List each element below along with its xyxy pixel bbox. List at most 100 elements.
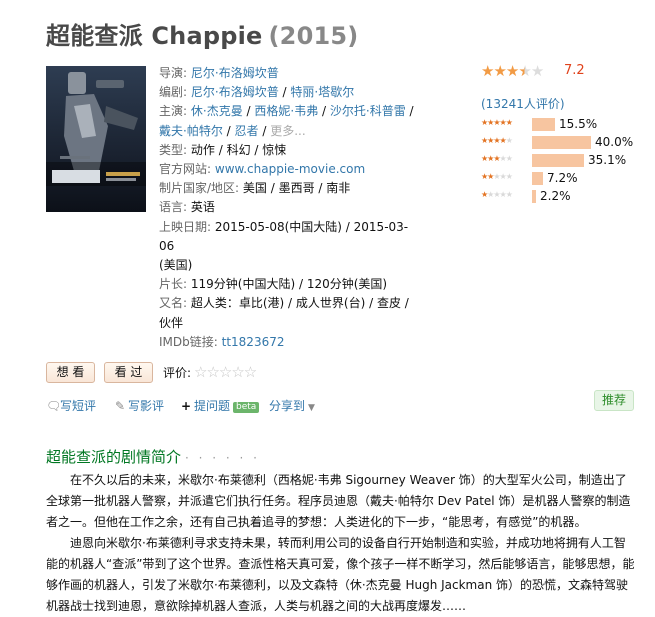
rating-row-4-star: ★★★★★ 40.0%: [481, 135, 641, 149]
star-icon: ★: [481, 62, 494, 80]
runtime-value: 119分钟(中国大陆) / 120分钟(美国): [190, 277, 388, 292]
cast-link-3[interactable]: 沙尔托·科普雷: [330, 104, 406, 118]
rating-row-percent: 40.0%: [595, 135, 634, 149]
rating-row-2-star: ★★★★★ 7.2%: [481, 171, 641, 185]
country-value: 美国 / 墨西哥 / 南非: [242, 181, 351, 196]
summary-paragraph-2: 迪恩向米歇尔·布莱德利寻求支持未果，转而利用公司的设备自行开始制造和实验，并成功…: [46, 536, 635, 613]
info-language: 语言: 英语: [159, 198, 421, 217]
imdb-label: IMDb链接:: [159, 334, 218, 349]
rating-votes-link[interactable]: (13241人评价): [481, 95, 565, 112]
ask-question-label: 提问题: [194, 399, 231, 413]
write-short-review-link[interactable]: 🗨︎写短评: [46, 397, 96, 414]
rating-stars: ★★★★★: [481, 62, 544, 80]
rating-row-stars-icon: ★★★★★: [481, 172, 513, 181]
language-label: 语言:: [159, 200, 188, 215]
empty-star-icon: ★: [530, 62, 544, 80]
writer-link-1[interactable]: 尼尔·布洛姆坎普: [191, 85, 279, 99]
info-cast: 主演: 休·杰克曼 / 西格妮·韦弗 / 沙尔托·科普雷 / 戴夫·帕特尔 / 忍…: [159, 104, 414, 138]
page-title: 超能查派 Chappie (2015): [46, 16, 358, 51]
share-dropdown[interactable]: 分享到 ▼: [269, 397, 315, 414]
ask-question-link[interactable]: + 提问题 beta: [180, 397, 260, 414]
rating-row-stars-icon: ★★★★★: [481, 154, 513, 163]
director-link[interactable]: 尼尔·布洛姆坎普: [191, 66, 279, 80]
movie-year: (2015): [268, 22, 359, 50]
rate-stars-input[interactable]: ☆☆☆☆☆: [194, 363, 257, 381]
country-label: 制片国家/地区:: [159, 181, 240, 196]
rating-row-5-star: ★★★★★ 15.5%: [481, 117, 641, 131]
aka-value-2: 伙伴: [159, 315, 184, 330]
rating-row-bar: [532, 136, 591, 149]
comment-icon: 🗨︎: [46, 399, 62, 413]
want-to-watch-button[interactable]: 想 看: [46, 362, 95, 383]
imdb-link[interactable]: tt1823672: [222, 335, 285, 349]
rating-row-percent: 2.2%: [540, 189, 571, 203]
rating-row-stars-icon: ★★★★★: [481, 136, 513, 145]
write-review-label: 写影评: [128, 399, 165, 413]
summary-heading-dots: · · · · · ·: [185, 451, 260, 465]
release-label: 上映日期:: [159, 219, 212, 234]
official-site-link[interactable]: www.chappie-movie.com: [215, 162, 365, 176]
beta-badge: beta: [233, 402, 260, 413]
cast-link-5[interactable]: 忍者: [235, 124, 259, 138]
cast-more-link[interactable]: 更多...: [270, 124, 305, 138]
writer-link-2[interactable]: 特丽·塔歇尔: [290, 85, 354, 99]
rating-row-percent: 35.1%: [588, 153, 627, 167]
info-genre: 类型: 动作 / 科幻 / 惊悚: [159, 142, 287, 157]
info-country: 制片国家/地区: 美国 / 墨西哥 / 南非: [159, 179, 421, 198]
rating-row-stars-icon: ★★★★★: [481, 118, 513, 127]
director-label: 导演: [159, 66, 184, 80]
info-site: 官方网站: www.chappie-movie.com: [159, 160, 421, 179]
plus-icon: +: [180, 399, 192, 413]
rating-row-bar: [532, 172, 543, 185]
rating-row-3-star: ★★★★★ 35.1%: [481, 153, 641, 167]
info-aka: 又名: 超人类：卓比(港) / 成人世界(台) / 查皮 / 伙伴: [159, 294, 421, 332]
genre-1: 动作: [190, 142, 215, 157]
star-icon: ★: [505, 62, 519, 80]
release-date-2-region: (美国): [159, 258, 193, 273]
cast-label: 主演: [159, 104, 184, 119]
share-label: 分享到: [269, 399, 306, 413]
movie-info: 导演: 尼尔·布洛姆坎普 编剧: 尼尔·布洛姆坎普 / 特丽·塔歇尔 主演: 休…: [159, 64, 421, 352]
language-value: 英语: [190, 200, 215, 215]
share-dropdown-icon: ▼: [308, 403, 315, 413]
rating-row-stars-icon: ★★★★★: [481, 190, 513, 199]
info-runtime: 片长: 119分钟(中国大陆) / 120分钟(美国): [159, 275, 421, 294]
rating-row-bar: [532, 118, 555, 131]
rating-row-percent: 7.2%: [547, 171, 578, 185]
cast-link-2[interactable]: 西格妮·韦弗: [254, 104, 318, 118]
movie-poster[interactable]: [46, 66, 146, 212]
info-director: 导演: 尼尔·布洛姆坎普: [159, 66, 279, 80]
summary-heading: 超能查派的剧情简介 · · · · · ·: [46, 446, 260, 467]
summary-heading-text: 超能查派的剧情简介: [46, 448, 182, 466]
rating-row-bar: [532, 190, 536, 203]
rating-score: 7.2: [564, 63, 585, 78]
poster-image: [46, 66, 146, 212]
watched-button[interactable]: 看 过: [104, 362, 153, 383]
rating-row-percent: 15.5%: [559, 117, 598, 131]
cast-link-4[interactable]: 戴夫·帕特尔: [159, 124, 223, 138]
release-date-1: 2015-05-08(中国大陆): [214, 219, 342, 234]
rate-label: 评价:: [163, 366, 192, 380]
genre-label: 类型:: [159, 142, 188, 157]
write-review-link[interactable]: ✎ 写影评: [114, 397, 164, 414]
genre-3: 惊悚: [262, 142, 287, 157]
info-release: 上映日期: 2015-05-08(中国大陆) / 2015-03-06 (美国): [159, 219, 409, 273]
runtime-label: 片长:: [159, 277, 188, 292]
aka-label: 又名:: [159, 296, 188, 311]
star-icon: ★: [493, 62, 506, 80]
rating-row-1-star: ★★★★★ 2.2%: [481, 189, 641, 203]
movie-title: 超能查派 Chappie: [46, 22, 263, 50]
plot-summary: 在不久以后的未来，米歇尔·布莱德利（西格妮·韦弗 Sigourney Weave…: [46, 470, 636, 617]
cast-link-1[interactable]: 休·杰克曼: [191, 104, 243, 118]
genre-2: 科幻: [226, 142, 251, 157]
pencil-icon: ✎: [114, 399, 126, 413]
recommend-button[interactable]: 推荐: [594, 390, 634, 411]
info-imdb: IMDb链接: tt1823672: [159, 333, 421, 352]
site-label: 官方网站:: [159, 162, 212, 177]
summary-paragraph-1: 在不久以后的未来，米歇尔·布莱德利（西格妮·韦弗 Sigourney Weave…: [46, 473, 631, 529]
write-short-review-label: 写短评: [60, 399, 97, 413]
half-star-icon: ★: [518, 62, 531, 80]
aka-value-1: 超人类：卓比(港) / 成人世界(台) / 查皮 /: [190, 296, 409, 311]
writer-label: 编剧: [159, 85, 184, 100]
rating-row-bar: [532, 154, 584, 167]
